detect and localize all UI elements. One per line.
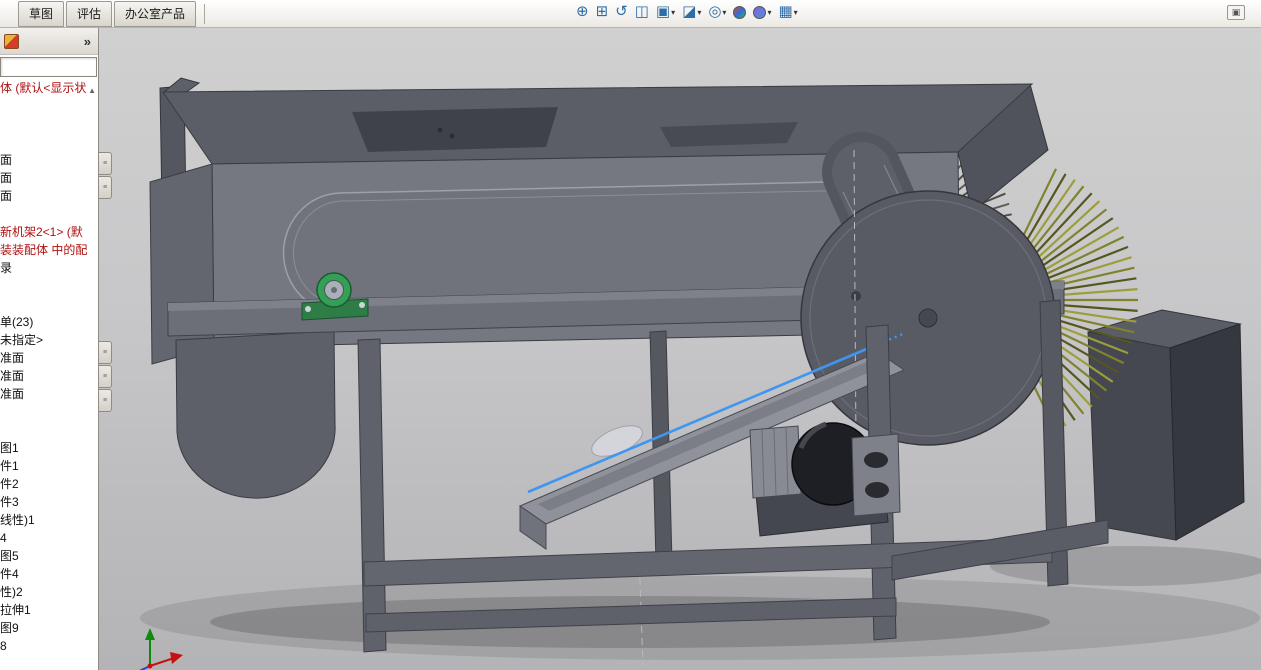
edit-appearance-icon[interactable] [731,5,748,20]
view-orientation-glyph: ▣ [655,3,671,20]
graphics-area[interactable] [0,28,1261,670]
tree-item[interactable]: 图9 [0,619,98,637]
display-style-glyph: ◪ [682,3,697,20]
panel-split-tab[interactable]: ≡ [99,389,112,412]
tree-item[interactable]: 性)2 [0,583,98,601]
section-view-glyph: ◫ [634,3,649,20]
tree-item[interactable]: 图5 [0,547,98,565]
tree-item[interactable]: 单(23) [0,313,98,331]
tree-item[interactable] [0,421,98,439]
viewport-3d[interactable] [0,28,1261,670]
zoom-to-fit-icon[interactable]: ⊕ [574,2,591,22]
dropdown-caret-icon[interactable]: ▾ [794,8,798,17]
zoom-to-area-glyph: ⊞ [595,3,609,20]
feature-tree: 体 (默认<显示状面面面新机架2<1> (默 装装配体 中的配录单(23) 未指定>… [0,78,98,655]
assembly-document-icon [4,33,19,49]
display-style-icon[interactable]: ◪ ▾ [680,2,703,22]
previous-view-glyph: ↺ [615,3,628,20]
tree-item[interactable]: 线性)1 [0,511,98,529]
hide-show-items-glyph: ◎ [708,3,722,20]
tree-item[interactable]: 录 [0,259,98,277]
view-settings-glyph: ▦ [778,3,793,20]
motor-assembly[interactable] [749,421,901,537]
collection-box[interactable] [1087,309,1245,541]
dropdown-caret-icon[interactable]: ▾ [767,8,771,17]
section-view-icon[interactable]: ◫ [633,2,651,22]
orientation-triad [139,628,183,670]
dropdown-caret-icon[interactable]: ▾ [671,8,675,17]
left-hopper-pod[interactable] [175,330,336,499]
tree-item[interactable]: 面 [0,169,98,187]
tree-item[interactable]: 件2 [0,475,98,493]
tree-item[interactable]: 新机架2<1> (默 [0,223,98,241]
command-tab[interactable]: 评估 [66,0,113,27]
panel-split-tab[interactable]: ≡ [99,176,112,199]
dropdown-caret-icon[interactable]: ▾ [722,8,726,17]
tree-item[interactable]: 4 [0,529,98,547]
view-toolbar: ⊕ ⊞ ↺ ◫ ▣ ▾ ◪ ▾ ◎ ▾ ▾ ▦ ▾ [574,2,800,22]
panel-split-tab[interactable]: ≡ [99,365,112,388]
tree-item[interactable]: 面 [0,187,98,205]
tree-item[interactable] [0,115,98,133]
previous-view-icon[interactable]: ↺ [613,2,630,22]
apply-scene-icon[interactable]: ▾ [751,5,773,20]
tree-item[interactable]: 装装配体 中的配 [0,241,98,259]
zoom-to-area-icon[interactable]: ⊞ [594,2,611,22]
tree-item[interactable]: 件4 [0,565,98,583]
tree-item[interactable] [0,403,98,421]
tree-item[interactable]: 准面 [0,385,98,403]
view-orientation-icon[interactable]: ▣ ▾ [654,2,677,22]
panel-split-tab[interactable]: ≡ [99,152,112,175]
tree-item[interactable]: 件1 [0,457,98,475]
apply-scene-ball-icon [753,5,767,19]
drive-disc[interactable] [800,190,1056,446]
tree-item[interactable]: 准面 [0,349,98,367]
command-tab[interactable]: 草图 [18,0,65,27]
tree-item[interactable]: 8 [0,637,98,655]
tree-filter-box[interactable] [0,57,97,77]
dropdown-caret-icon[interactable]: ▾ [697,8,701,17]
feature-manager-header: » [0,28,98,55]
tree-item[interactable] [0,295,98,313]
tree-item[interactable] [0,277,98,295]
tree-item[interactable]: 件3 [0,493,98,511]
expand-flyout-button[interactable]: » [81,34,94,49]
tree-item[interactable]: 未指定> [0,331,98,349]
feature-manager-panel: » 体 (默认<显示状面面面新机架2<1> (默 装装配体 中的配录单(23) 未指… [0,28,99,670]
hide-show-items-icon[interactable]: ◎ ▾ [706,2,728,22]
command-tab[interactable]: 办公室产品 [114,0,197,27]
command-tabs: 草图 评估 办公室产品 [0,0,198,27]
tree-item[interactable]: 面 [0,151,98,169]
toolbar-options-icon[interactable]: ▣ [1227,5,1245,20]
toolbar-separator [204,3,206,24]
tree-item[interactable]: 图1 [0,439,98,457]
tree-item[interactable] [0,97,98,115]
tree-item[interactable] [0,205,98,223]
zoom-to-fit-glyph: ⊕ [576,3,589,20]
view-settings-icon[interactable]: ▦ ▾ [776,2,799,22]
scroll-up-arrow-icon[interactable]: ▲ [88,86,96,95]
tree-item[interactable]: 准面 [0,367,98,385]
tree-item[interactable]: 拉伸1 [0,601,98,619]
edit-appearance-ball-icon [733,5,747,19]
panel-split-tab[interactable]: ≡ [99,341,112,364]
app-window: 草图 评估 办公室产品 ⊕ ⊞ ↺ ◫ ▣ ▾ ◪ ▾ ◎ ▾ ▾ ▦ ▾ ▣ » 体 (默认<显示状面面面… [0,0,1261,670]
tree-item[interactable]: 体 (默认<显示状 [0,79,98,97]
tree-item[interactable] [0,133,98,151]
